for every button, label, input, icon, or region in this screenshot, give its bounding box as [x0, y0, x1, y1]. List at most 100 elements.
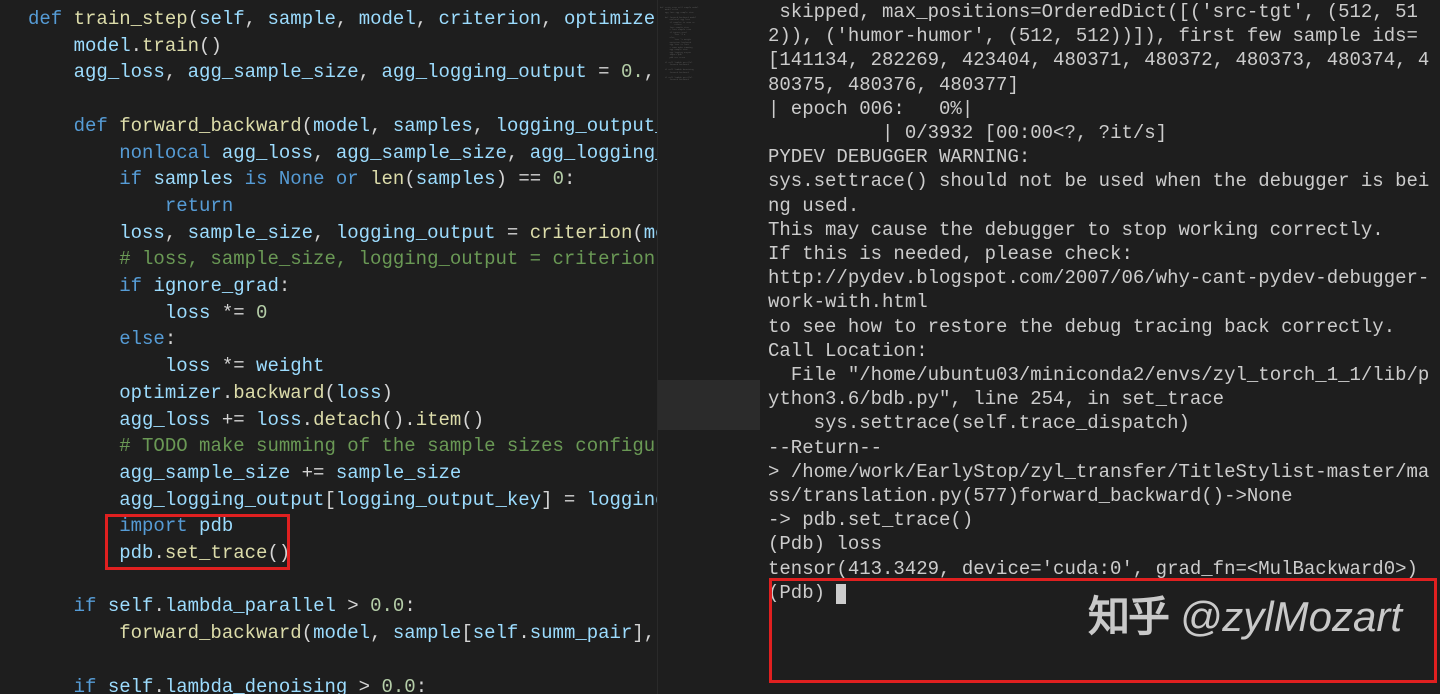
code-line[interactable]: [28, 567, 657, 594]
code-line[interactable]: if samples is None or len(samples) == 0:: [28, 166, 657, 193]
code-token: self: [473, 622, 519, 644]
code-line[interactable]: loss *= weight: [28, 353, 657, 380]
code-token: ,: [541, 8, 564, 30]
code-line[interactable]: else:: [28, 326, 657, 353]
code-line[interactable]: if self.lambda_denoising > 0.0:: [28, 674, 657, 694]
minimap[interactable]: def train_step self sample model model t…: [657, 0, 760, 694]
code-token: :: [564, 168, 575, 190]
terminal[interactable]: skipped, max_positions=OrderedDict([('sr…: [760, 0, 1440, 694]
terminal-cursor: [836, 584, 846, 604]
code-token: if: [119, 168, 142, 190]
code-token: >: [336, 595, 370, 617]
terminal-line: sys.settrace(self.trace_dispatch): [768, 411, 1432, 435]
code-line[interactable]: forward_backward(model, sample[self.summ…: [28, 620, 657, 647]
code-token: ,: [359, 61, 382, 83]
code-token: train: [142, 35, 199, 57]
code-line[interactable]: loss, sample_size, logging_output = crit…: [28, 220, 657, 247]
code-token: [142, 168, 153, 190]
code-token: ,: [336, 8, 359, 30]
code-token: agg_sample_size: [188, 61, 359, 83]
code-line[interactable]: loss *= 0: [28, 300, 657, 327]
code-token: (: [324, 382, 335, 404]
code-token: None: [279, 168, 325, 190]
code-line[interactable]: agg_loss, agg_sample_size, agg_logging_o…: [28, 59, 657, 86]
code-token: import: [119, 515, 187, 537]
code-token: ,: [416, 8, 439, 30]
code-line[interactable]: return: [28, 193, 657, 220]
code-token: (: [404, 168, 415, 190]
code-token: [: [324, 489, 335, 511]
code-token: .: [222, 382, 233, 404]
code-token: forward_backward: [119, 115, 301, 137]
code-token: ] =: [541, 489, 587, 511]
code-token: (): [267, 542, 290, 564]
code-token: pdb: [199, 515, 233, 537]
code-token: (: [632, 222, 643, 244]
code-line[interactable]: agg_logging_output[logging_output_key] =…: [28, 487, 657, 514]
code-token: make summing of the sample sizes configu…: [199, 435, 657, 457]
code-line[interactable]: # TODO make summing of the sample sizes …: [28, 433, 657, 460]
code-token: (): [461, 409, 484, 431]
code-line[interactable]: agg_sample_size += sample_size: [28, 460, 657, 487]
code-token: model: [74, 35, 131, 57]
code-token: (: [302, 115, 313, 137]
code-token: else: [119, 328, 165, 350]
code-line[interactable]: import pdb: [28, 513, 657, 540]
code-token: agg_loss: [222, 142, 313, 164]
code-token: logging_output_key: [336, 489, 541, 511]
code-token: (: [302, 622, 313, 644]
code-token: return: [165, 195, 233, 217]
code-token: (): [199, 35, 222, 57]
code-token: nonlocal: [119, 142, 210, 164]
code-token: agg_logging_ou: [530, 142, 657, 164]
code-line[interactable]: if self.lambda_parallel > 0.0:: [28, 593, 657, 620]
code-token: or: [336, 168, 359, 190]
code-line[interactable]: if ignore_grad:: [28, 273, 657, 300]
code-token: weight: [256, 355, 324, 377]
code-line[interactable]: [28, 86, 657, 113]
terminal-line: | epoch 006: 0%|: [768, 97, 1432, 121]
code-token: ): [381, 382, 392, 404]
code-token: [210, 142, 221, 164]
terminal-line: File "/home/ubuntu03/miniconda2/envs/zyl…: [768, 363, 1432, 411]
code-token: ,: [165, 222, 188, 244]
code-token: sample_size: [188, 222, 313, 244]
code-line[interactable]: def forward_backward(model, samples, log…: [28, 113, 657, 140]
code-token: sample: [267, 8, 335, 30]
code-token: pdb: [119, 542, 153, 564]
code-line[interactable]: nonlocal agg_loss, agg_sample_size, agg_…: [28, 140, 657, 167]
code-token: ,: [644, 61, 657, 83]
code-token: model: [313, 622, 370, 644]
code-token: [267, 168, 278, 190]
code-token: ,: [473, 115, 496, 137]
code-token: [96, 595, 107, 617]
minimap-content: def train_step self sample model model t…: [658, 0, 760, 88]
code-token: ().: [381, 409, 415, 431]
code-token: samples: [416, 168, 496, 190]
code-token: agg_loss: [119, 409, 210, 431]
code-line[interactable]: pdb.set_trace(): [28, 540, 657, 567]
code-token: logging_output: [336, 222, 496, 244]
code-line[interactable]: model.train(): [28, 33, 657, 60]
code-token: summ_pair: [530, 622, 633, 644]
code-token: loss: [336, 382, 382, 404]
code-token: model: [313, 115, 370, 137]
code-token: lambda_parallel: [165, 595, 336, 617]
code-token: logging_output_ke: [496, 115, 657, 137]
code-line[interactable]: [28, 647, 657, 674]
terminal-line: This may cause the debugger to stop work…: [768, 218, 1432, 242]
code-token: optimizer: [564, 8, 657, 30]
code-token: *=: [210, 302, 256, 324]
code-token: 0.0: [370, 595, 404, 617]
code-token: =: [496, 222, 530, 244]
code-line[interactable]: optimizer.backward(loss): [28, 380, 657, 407]
code-token: [142, 275, 153, 297]
code-editor[interactable]: def train_step(self, sample, model, crit…: [0, 0, 657, 694]
code-line[interactable]: # loss, sample_size, logging_output = cr…: [28, 246, 657, 273]
code-line[interactable]: agg_loss += loss.detach().item(): [28, 407, 657, 434]
code-token: agg_sample_size: [336, 142, 507, 164]
code-token: ,: [370, 622, 393, 644]
code-token: +=: [210, 409, 256, 431]
minimap-viewport[interactable]: [658, 380, 760, 430]
code-line[interactable]: def train_step(self, sample, model, crit…: [28, 6, 657, 33]
